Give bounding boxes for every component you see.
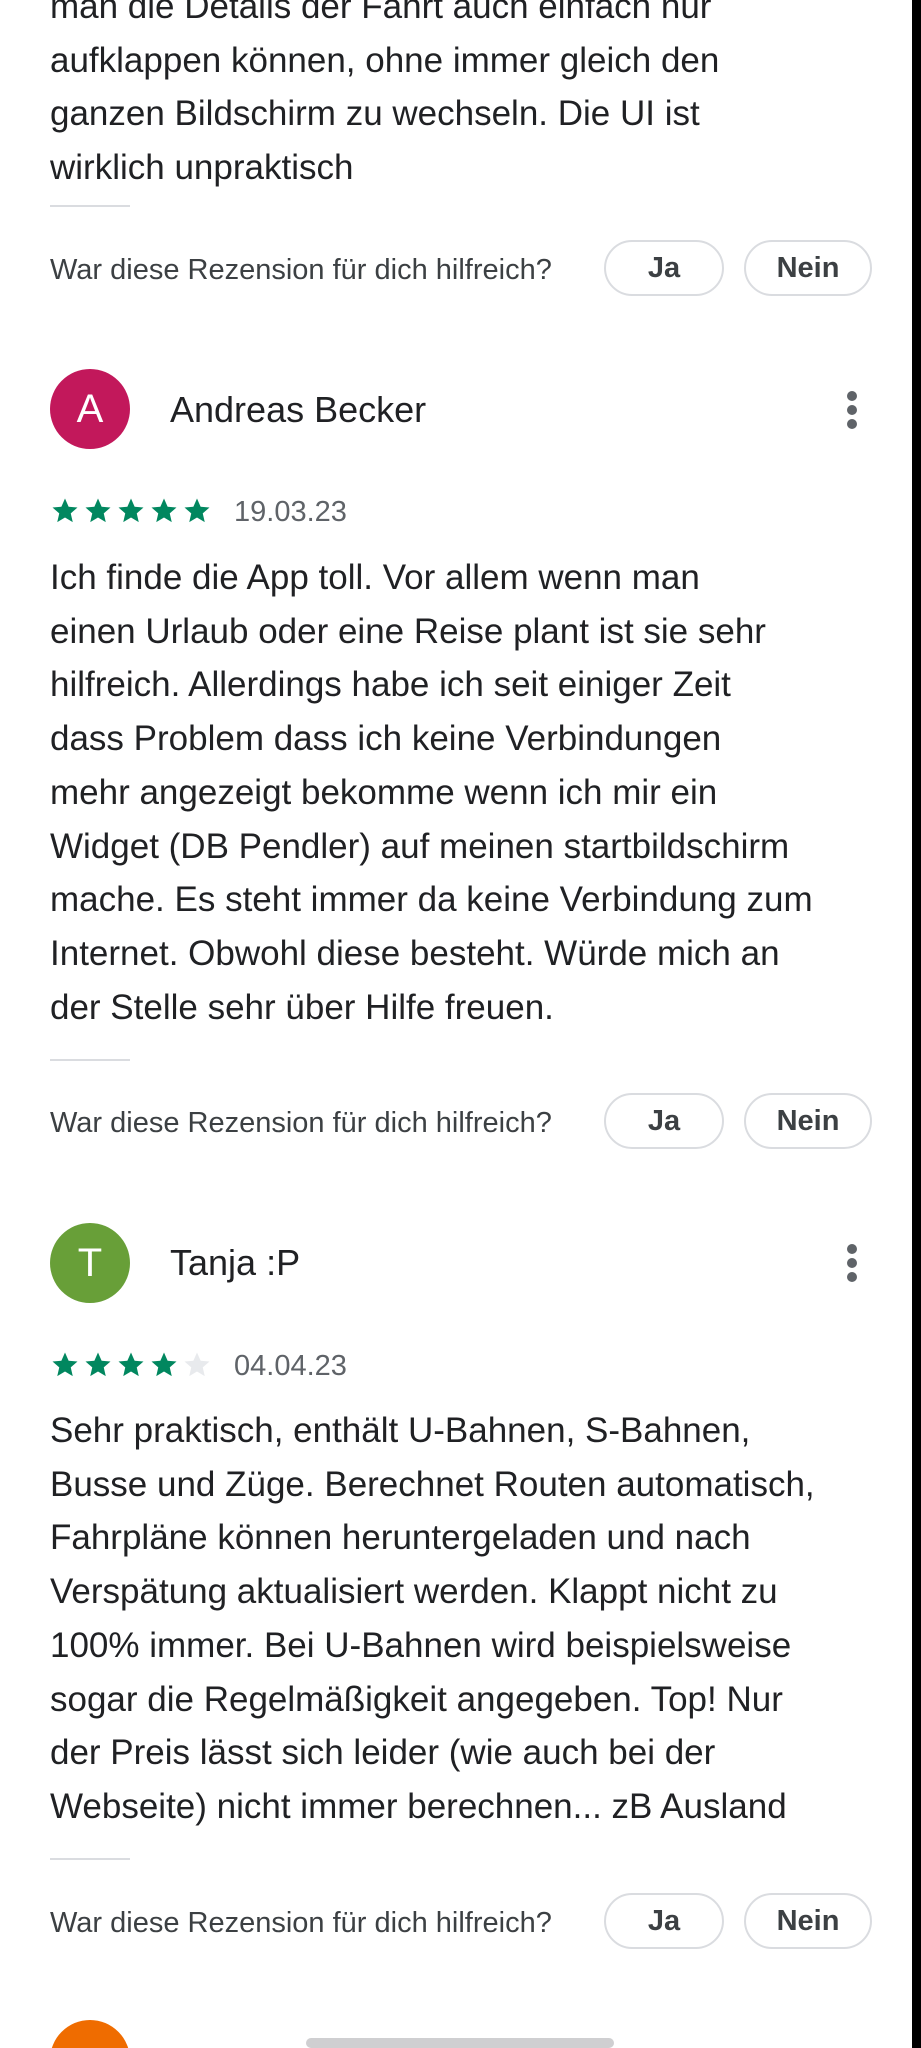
star-filled-icon	[184, 498, 210, 523]
helpful-yes-button[interactable]: Ja	[604, 1893, 724, 1949]
review-date: 04.04.23	[234, 1350, 347, 1382]
avatar: A	[50, 369, 130, 449]
avatar: T	[50, 1223, 130, 1303]
avatar	[50, 2020, 130, 2048]
divider	[50, 1059, 130, 1061]
helpful-question: War diese Rezension für dich hilfreich?	[50, 254, 552, 286]
star-filled-icon	[85, 498, 111, 523]
review-text-line: der Stelle sehr über Hilfe freuen.	[50, 987, 554, 1027]
review-text-line: man die Details der Fahrt auch einfach n…	[50, 0, 712, 26]
star-filled-icon	[85, 1352, 111, 1377]
review-text-line: hilfreich. Allerdings habe ich seit eini…	[50, 665, 731, 705]
review-text-line: der Preis lässt sich leider (wie auch be…	[50, 1733, 716, 1773]
review-text-line: Verspätung aktualisiert werden. Klappt n…	[50, 1572, 778, 1612]
review-text-line: Busse und Züge. Berechnet Routen automat…	[50, 1464, 815, 1504]
helpful-question: War diese Rezension für dich hilfreich?	[50, 1107, 552, 1139]
review-text-line: Webseite) nicht immer berechnen... zB Au…	[50, 1786, 787, 1826]
more-vert-icon[interactable]	[836, 1233, 868, 1293]
review-text-line: einen Urlaub oder eine Reise plant ist s…	[50, 611, 766, 651]
scrollbar[interactable]	[306, 2038, 614, 2048]
review-text-line: mache. Es steht immer da keine Verbindun…	[50, 880, 813, 920]
divider	[50, 205, 130, 207]
star-filled-icon	[52, 498, 78, 523]
review-text-line: dass Problem dass ich keine Verbindungen	[50, 719, 722, 759]
star-rating	[50, 1350, 220, 1380]
review-text-line: wirklich unpraktisch	[50, 148, 354, 188]
review-text-line: sogar die Regelmäßigkeit angegeben. Top!…	[50, 1679, 783, 1719]
star-filled-icon	[151, 1352, 177, 1377]
reviews-page: man die Details der Fahrt auch einfach n…	[0, 0, 912, 2048]
star-filled-icon	[118, 1352, 144, 1377]
helpful-yes-button[interactable]: Ja	[604, 240, 724, 296]
review-text: Ich finde die App toll. Vor allem wenn m…	[50, 551, 880, 1034]
helpful-yes-button[interactable]: Ja	[604, 1093, 724, 1149]
helpful-no-button[interactable]: Nein	[744, 1893, 872, 1949]
review-text-line: Fahrpläne können heruntergeladen und nac…	[50, 1518, 751, 1558]
review-text-line: Ich finde die App toll. Vor allem wenn m…	[50, 558, 700, 597]
review-text-line: aufklappen können, ohne immer gleich den	[50, 40, 720, 80]
review-text-line: mehr angezeigt bekomme wenn ich mir ein	[50, 772, 718, 812]
review-author: Tanja :P	[170, 1242, 301, 1283]
star-rating	[50, 496, 220, 526]
review-author: Andreas Becker	[170, 389, 427, 430]
helpful-question: War diese Rezension für dich hilfreich?	[50, 1907, 552, 1939]
star-filled-icon	[118, 498, 144, 523]
star-empty-icon	[184, 1352, 210, 1377]
divider	[50, 1858, 130, 1860]
review-text-line: Widget (DB Pendler) auf meinen startbild…	[50, 826, 790, 866]
review-date: 19.03.23	[234, 496, 347, 528]
review-text-line: 100% immer. Bei U-Bahnen wird beispielsw…	[50, 1625, 792, 1665]
review-text-line: Sehr praktisch, enthält U-Bahnen, S-Bahn…	[50, 1411, 751, 1450]
review-text-line: Internet. Obwohl diese besteht. Würde mi…	[50, 933, 780, 973]
star-filled-icon	[52, 1352, 78, 1377]
helpful-no-button[interactable]: Nein	[744, 240, 872, 296]
review-text: man die Details der Fahrt auch einfach n…	[50, 0, 880, 195]
review-text-line: ganzen Bildschirm zu wechseln. Die UI is…	[50, 94, 700, 134]
helpful-no-button[interactable]: Nein	[744, 1093, 872, 1149]
more-vert-icon[interactable]	[836, 380, 868, 440]
star-filled-icon	[151, 498, 177, 523]
review-text: Sehr praktisch, enthält U-Bahnen, S-Bahn…	[50, 1404, 880, 1834]
